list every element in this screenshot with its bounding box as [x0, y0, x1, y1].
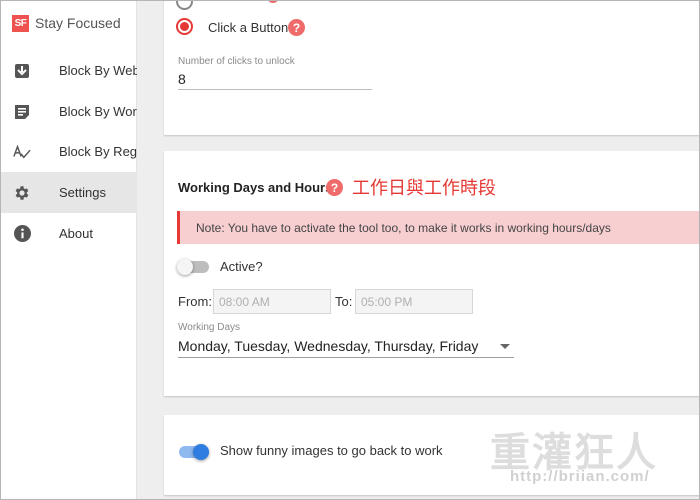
app-name: Stay Focused [35, 15, 121, 31]
funny-images-toggle-thumb[interactable] [193, 444, 209, 460]
to-time-input[interactable]: 05:00 PM [355, 289, 473, 314]
working-days-select[interactable]: Monday, Tuesday, Wednesday, Thursday, Fr… [178, 334, 514, 358]
sidebar-item-settings[interactable]: Settings [0, 172, 137, 213]
sidebar-item-label: About [59, 226, 93, 241]
help-icon[interactable]: ? [288, 19, 305, 36]
radio-dot [180, 22, 189, 31]
funny-images-card: Show funny images to go back to work [164, 415, 700, 495]
note-text: Note: You have to activate the tool too,… [196, 220, 611, 235]
from-label: From: [178, 294, 212, 309]
clicks-to-unlock-input[interactable] [178, 68, 372, 90]
working-days-label: Working Days [178, 322, 241, 333]
working-days-card: Working Days and Hours ? 工作日與工作時段 Note: … [164, 151, 700, 396]
from-time-input[interactable]: 08:00 AM [213, 289, 331, 314]
unlock-option-radio-previous[interactable] [176, 0, 193, 10]
help-icon[interactable] [267, 0, 279, 3]
active-label: Active? [220, 259, 263, 274]
regex-icon [13, 143, 31, 161]
sidebar-item-block-by-website[interactable]: Block By Website [0, 50, 137, 91]
sidebar-item-label: Block By Website [59, 63, 137, 78]
clicks-field-label: Number of clicks to unlock [178, 56, 295, 67]
working-days-value: Monday, Tuesday, Wednesday, Thursday, Fr… [178, 338, 479, 354]
sidebar-item-label: Settings [59, 185, 106, 200]
gear-icon [13, 184, 31, 202]
block-site-icon [13, 62, 31, 80]
section-title: Working Days and Hours [178, 180, 333, 195]
sidebar: SF Stay Focused Block By Website Block B… [0, 0, 137, 500]
sidebar-item-block-by-regex[interactable]: Block By Regex [0, 131, 137, 172]
chevron-down-icon[interactable] [500, 344, 510, 349]
sidebar-item-block-by-words[interactable]: Block By Words [0, 91, 137, 132]
app-logo: SF [12, 14, 29, 32]
active-toggle-thumb[interactable] [177, 259, 193, 275]
click-button-radio[interactable] [176, 18, 193, 35]
activation-note: Note: You have to activate the tool too,… [177, 211, 700, 244]
unlock-method-card: Click a Button ? Number of clicks to unl… [164, 0, 700, 135]
click-button-label: Click a Button [208, 20, 289, 35]
help-icon[interactable]: ? [326, 179, 343, 196]
sidebar-item-label: Block By Regex [59, 144, 137, 159]
funny-images-label: Show funny images to go back to work [220, 443, 443, 458]
to-label: To: [335, 294, 353, 309]
sidebar-item-about[interactable]: About [0, 213, 137, 254]
sidebar-item-label: Block By Words [59, 104, 137, 119]
block-words-icon [13, 103, 31, 121]
chinese-annotation: 工作日與工作時段 [352, 178, 496, 199]
brand: SF Stay Focused [12, 12, 121, 34]
info-icon [13, 225, 31, 243]
